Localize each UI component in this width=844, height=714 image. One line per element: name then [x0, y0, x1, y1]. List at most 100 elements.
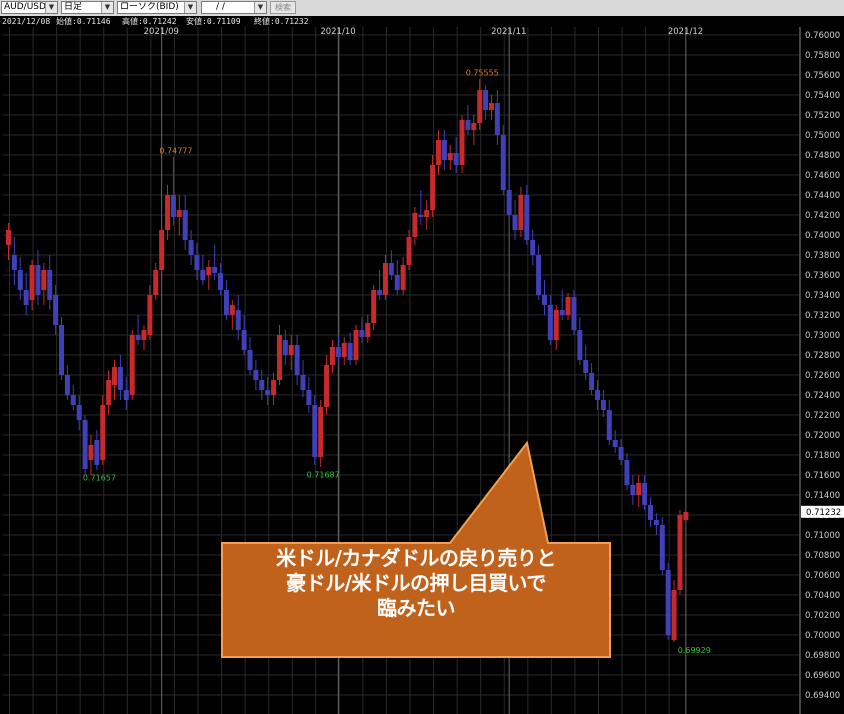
high-price-label: 0.74777 — [159, 146, 192, 155]
candle-body — [571, 297, 577, 330]
y-tick-label: 0.73600 — [805, 271, 840, 281]
candle — [247, 337, 253, 375]
candle — [382, 255, 388, 300]
candle-body — [223, 290, 229, 315]
y-tick-label: 0.71800 — [805, 451, 840, 461]
y-tick-label: 0.72400 — [805, 391, 840, 401]
y-tick-label: 0.74200 — [805, 211, 840, 221]
candle-body — [406, 237, 412, 265]
candle — [218, 263, 224, 295]
candle-body — [329, 347, 335, 365]
candle-body — [453, 153, 459, 165]
candle-body — [377, 290, 383, 295]
candle-body — [506, 190, 512, 215]
candle-body — [477, 90, 483, 123]
chevron-down-icon[interactable]: ▼ — [45, 2, 57, 13]
candle — [117, 355, 123, 400]
candle — [447, 145, 453, 170]
candle — [312, 395, 318, 465]
candle-body — [318, 407, 324, 457]
y-tick-label: 0.72000 — [805, 431, 840, 441]
candle-body — [577, 330, 583, 360]
candle — [353, 325, 359, 365]
candle — [265, 377, 271, 405]
candle — [677, 510, 683, 595]
candle — [229, 300, 235, 330]
chart-type-select[interactable]: ローソク(BID) ▼ — [117, 1, 197, 14]
candle — [200, 255, 206, 285]
candle-body — [653, 520, 659, 525]
candle — [94, 430, 100, 470]
y-tick-label: 0.72800 — [805, 351, 840, 361]
chevron-down-icon[interactable]: ▼ — [101, 2, 113, 13]
candle-body — [153, 270, 159, 295]
candle-body — [265, 390, 271, 395]
candle-body — [271, 380, 277, 395]
candle — [6, 223, 11, 260]
candle-body — [70, 395, 76, 405]
candle-body — [394, 275, 400, 290]
candle-body — [82, 420, 88, 469]
candle — [606, 400, 612, 445]
candle-body — [583, 360, 589, 373]
candle-body — [6, 230, 11, 245]
candle-body — [359, 330, 365, 337]
candle — [430, 155, 436, 217]
candle-body — [471, 123, 477, 130]
candle — [636, 475, 642, 507]
candle — [170, 157, 176, 225]
candle — [494, 90, 500, 145]
candle — [153, 263, 159, 300]
candle-body — [565, 297, 571, 315]
candle — [665, 563, 671, 640]
symbol-select[interactable]: AUD/USD ▼ — [1, 1, 58, 14]
candle — [112, 360, 118, 400]
candle-body — [371, 290, 377, 323]
candle — [11, 237, 17, 285]
candle — [76, 395, 82, 430]
candle-body — [182, 210, 188, 240]
candle — [648, 497, 654, 527]
candle — [341, 337, 347, 365]
candle — [129, 330, 135, 400]
candle-body — [630, 485, 636, 495]
y-tick-label: 0.70400 — [805, 591, 840, 601]
candle — [506, 175, 512, 220]
candle-body — [200, 270, 206, 280]
candle-body — [76, 405, 82, 420]
candle — [82, 415, 88, 475]
y-tick-label: 0.75000 — [805, 131, 840, 141]
candle-body — [11, 255, 17, 270]
candle-body — [112, 367, 118, 385]
y-tick-label: 0.70600 — [805, 571, 840, 581]
chart-type-value: ローソク(BID) — [120, 2, 179, 12]
candle-body — [64, 375, 70, 395]
candle-body — [665, 570, 671, 635]
search-button[interactable]: 検索 — [270, 1, 296, 14]
y-tick-label: 0.73400 — [805, 291, 840, 301]
candle — [671, 580, 677, 642]
high-price-label: 0.75555 — [466, 69, 499, 78]
candle — [406, 230, 412, 270]
callout-text: 米ドル/カナダドルの戻り売りと 豪ドル/米ドルの押し目買いで 臨みたい — [222, 546, 610, 621]
candle-body — [530, 240, 536, 255]
chevron-down-icon[interactable]: ▼ — [184, 2, 196, 13]
y-tick-label: 0.73000 — [805, 331, 840, 341]
period-select[interactable]: 日足 ▼ — [61, 1, 114, 14]
candle-body — [488, 103, 494, 110]
candle — [135, 315, 141, 345]
candle-body — [135, 335, 141, 340]
candle-body — [229, 305, 235, 315]
candle-body — [194, 255, 200, 270]
candle — [106, 370, 112, 415]
candle-body — [512, 215, 518, 230]
current-price-label: 0.71232 — [806, 508, 841, 518]
date-input[interactable]: / / ▼ — [201, 1, 267, 14]
candle — [453, 137, 459, 173]
candle-body — [29, 265, 35, 300]
candle — [64, 365, 70, 400]
candle — [335, 335, 341, 365]
callout-line: 豪ドル/米ドルの押し目買いで — [286, 571, 546, 595]
candle-body — [159, 230, 165, 270]
chevron-down-icon[interactable]: ▼ — [254, 2, 266, 13]
